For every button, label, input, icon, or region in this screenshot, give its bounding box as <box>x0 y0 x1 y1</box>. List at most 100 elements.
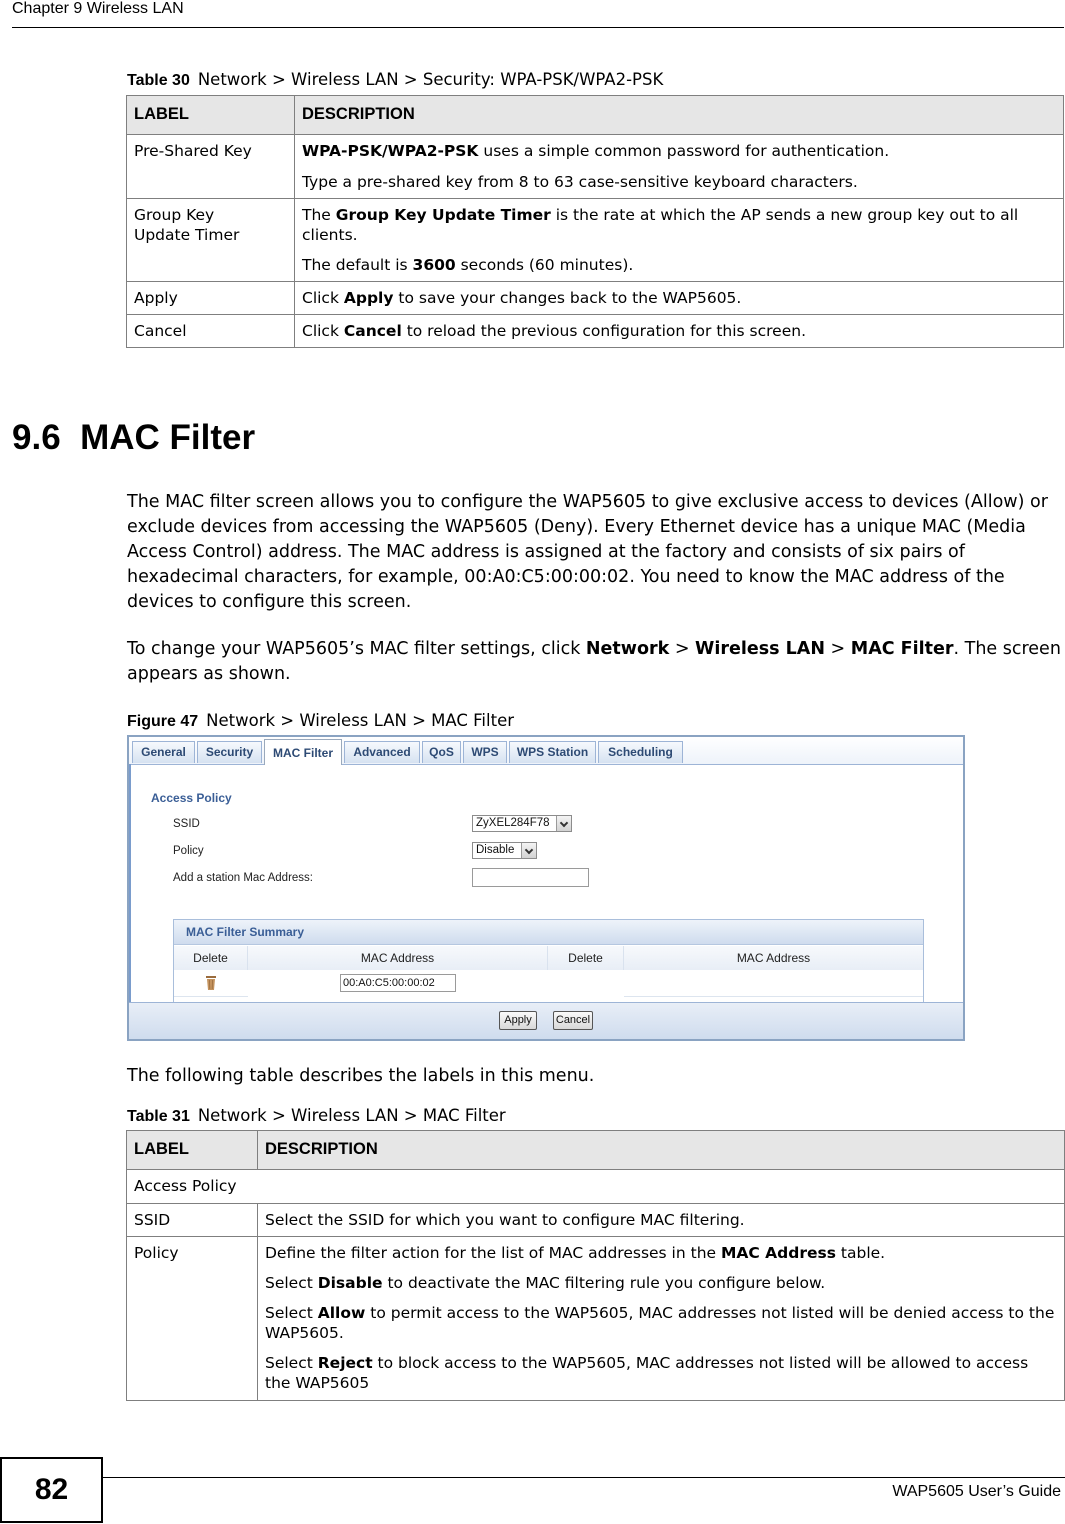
add-mac-input[interactable] <box>472 868 589 887</box>
tab-security[interactable]: Security <box>197 741 262 763</box>
row-label: SSID <box>126 1202 258 1237</box>
table31: LABEL DESCRIPTION Access Policy SSID Sel… <box>126 1129 1065 1401</box>
section-title: 9.6 MAC Filter <box>12 418 256 457</box>
table-row: Pre-Shared Key WPA-PSK/WPA2-PSK uses a s… <box>126 134 1064 199</box>
desc-text: to deactivate the MAC filtering rule you… <box>382 1273 826 1292</box>
path-separator: > <box>669 639 696 659</box>
tab-bar: General Security MAC Filter Advanced QoS… <box>129 737 963 765</box>
table-section-row: Access Policy <box>126 1169 1065 1204</box>
desc-text: Define the filter action for the list of… <box>265 1243 721 1262</box>
table30-caption-label: Table 30 <box>127 72 190 89</box>
row-description: Click Apply to save your changes back to… <box>294 281 1064 316</box>
tab-mac-filter[interactable]: MAC Filter <box>264 739 342 765</box>
desc-text: seconds (60 minutes). <box>455 256 634 274</box>
page-number: 82 <box>0 1457 103 1523</box>
row-divider <box>624 996 923 997</box>
bold-term: MAC Address <box>720 1243 836 1262</box>
instruction-paragraph: To change your WAP5605’s MAC filter sett… <box>127 637 1065 687</box>
bold-term: Group Key Update Timer <box>335 205 551 224</box>
desc-text: The <box>302 205 336 224</box>
table-row: Policy Define the filter action for the … <box>126 1235 1065 1401</box>
guide-title: WAP5605 User’s Guide <box>892 1483 1061 1500</box>
column-header-description: DESCRIPTION <box>294 94 1064 136</box>
desc-text: to save your changes back to the WAP5605… <box>393 289 742 308</box>
section-row-label: Access Policy <box>126 1169 1065 1204</box>
mac-address-field[interactable]: 00:A0:C5:00:00:02 <box>340 974 456 992</box>
cancel-button[interactable]: Cancel <box>553 1011 593 1030</box>
row-description: Define the filter action for the list of… <box>257 1235 1065 1401</box>
tab-wps-station[interactable]: WPS Station <box>509 741 596 763</box>
table30-caption-text: Network > Wireless LAN > Security: WPA-P… <box>197 70 664 89</box>
bold-term: Allow <box>317 1304 366 1322</box>
tab-scheduling[interactable]: Scheduling <box>598 741 683 763</box>
ssid-select-value: ZyXEL284F78 <box>476 817 550 829</box>
tab-wps[interactable]: WPS <box>463 741 507 763</box>
table-row: SSID Select the SSID for which you want … <box>126 1202 1065 1237</box>
policy-select[interactable]: Disable <box>472 842 537 859</box>
table31-caption-label: Table 31 <box>127 1108 190 1125</box>
bold-term: Apply <box>343 289 394 308</box>
menu-path-network: Network <box>585 639 670 659</box>
desc-text: Select <box>265 1354 318 1373</box>
row-description: The Group Key Update Timer is the rate a… <box>294 197 1064 283</box>
desc-text: Click <box>302 322 344 341</box>
desc-text: to permit access to the WAP5605, MAC add… <box>265 1304 1055 1343</box>
menu-path-mac-filter: MAC Filter <box>850 639 954 659</box>
apply-button[interactable]: Apply <box>499 1011 537 1030</box>
chevron-down-icon <box>521 843 536 858</box>
row-description: WPA-PSK/WPA2-PSK uses a simple common pa… <box>294 134 1064 199</box>
column-header-mac-address: MAC Address <box>624 946 923 970</box>
column-header-delete: Delete <box>548 946 624 970</box>
mac-filter-summary: MAC Filter Summary Delete MAC Address De… <box>173 919 924 1005</box>
table31-caption-text: Network > Wireless LAN > MAC Filter <box>197 1106 506 1125</box>
add-mac-label: Add a station Mac Address: <box>173 872 313 884</box>
policy-label: Policy <box>173 845 204 857</box>
table31-caption: Table 31 Network > Wireless LAN > MAC Fil… <box>127 1106 506 1126</box>
table30-caption: Table 30 Network > Wireless LAN > Securit… <box>127 70 663 90</box>
footer-rule <box>103 1477 1065 1478</box>
body-text: To change your WAP5605’s MAC filter sett… <box>127 639 586 659</box>
bold-term: Disable <box>317 1273 383 1292</box>
table-intro-paragraph: The following table describes the labels… <box>127 1066 595 1086</box>
menu-path-wireless-lan: Wireless LAN <box>695 639 825 659</box>
desc-text: The default is <box>302 256 413 274</box>
figure-caption-label: Figure 47 <box>127 713 199 730</box>
frame-border <box>129 764 131 1004</box>
bold-term: WPA-PSK/WPA2-PSK <box>302 142 479 161</box>
row-description: Click Cancel to reload the previous conf… <box>294 314 1064 349</box>
row-divider <box>174 996 248 997</box>
column-header-description: DESCRIPTION <box>257 1129 1065 1171</box>
intro-paragraph: The MAC filter screen allows you to conf… <box>127 492 1048 612</box>
trash-icon[interactable] <box>206 976 216 990</box>
table-row: Cancel Click Cancel to reload the previo… <box>126 314 1064 349</box>
table-row: Group Key Update Timer The Group Key Upd… <box>126 197 1064 283</box>
column-header-delete: Delete <box>174 946 248 970</box>
tab-advanced[interactable]: Advanced <box>344 741 420 763</box>
desc-text: table. <box>835 1243 886 1262</box>
ssid-label: SSID <box>173 818 200 830</box>
button-bar: Apply Cancel <box>129 1002 963 1039</box>
desc-text: uses a simple common password for authen… <box>478 142 890 161</box>
figure47-caption: Figure 47 Network > Wireless LAN > MAC Fi… <box>127 711 514 731</box>
summary-title: MAC Filter Summary <box>186 925 305 939</box>
row-label: Group Key Update Timer <box>126 197 295 283</box>
table-header-row: LABEL DESCRIPTION <box>126 1129 1065 1171</box>
tab-general[interactable]: General <box>132 741 195 763</box>
summary-header: MAC Filter Summary <box>174 920 923 945</box>
tab-qos[interactable]: QoS <box>422 741 461 763</box>
ssid-select[interactable]: ZyXEL284F78 <box>472 815 572 832</box>
desc-text: to block access to the WAP5605, MAC addr… <box>265 1354 1029 1393</box>
row-label: Cancel <box>126 314 295 349</box>
table30: LABEL DESCRIPTION Pre-Shared Key WPA-PSK… <box>126 94 1064 349</box>
column-header-mac-address: MAC Address <box>248 946 548 970</box>
chapter-header: Chapter 9 Wireless LAN <box>12 0 184 17</box>
row-label: Apply <box>126 281 295 316</box>
desc-text: Select <box>265 1304 318 1322</box>
table-header-row: LABEL DESCRIPTION <box>126 94 1064 136</box>
table-row: Apply Click Apply to save your changes b… <box>126 281 1064 316</box>
row-label: Pre-Shared Key <box>126 134 295 199</box>
figure-caption-text: Network > Wireless LAN > MAC Filter <box>206 711 515 730</box>
path-separator: > <box>824 639 851 659</box>
access-policy-title: Access Policy <box>151 791 232 805</box>
desc-text: to reload the previous configuration for… <box>401 322 807 341</box>
